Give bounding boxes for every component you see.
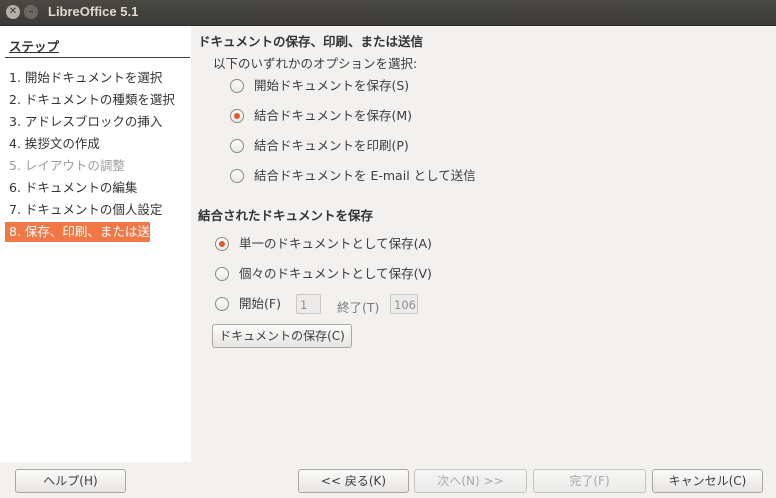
radio-circle[interactable] [230, 169, 244, 183]
radio-label: 結合ドキュメントを印刷(P) [254, 138, 409, 153]
radio-circle[interactable] [230, 139, 244, 153]
to-label: 終了(T) [337, 300, 380, 315]
step-personalize-document[interactable]: 7. ドキュメントの個人設定 [5, 200, 162, 220]
save-documents-button[interactable]: ドキュメントの保存(C) [212, 324, 352, 348]
radio-label: 単一のドキュメントとして保存(A) [239, 236, 432, 251]
to-spinbox: 106 [390, 294, 418, 314]
steps-divider [5, 57, 190, 58]
radio-send-as-email[interactable]: 結合ドキュメントを E-mail として送信 [230, 167, 530, 185]
radio-circle[interactable] [215, 297, 229, 311]
radio-label: 個々のドキュメントとして保存(V) [239, 266, 432, 281]
radio-label: 結合ドキュメントを E-mail として送信 [254, 168, 476, 183]
step-select-starting-document[interactable]: 1. 開始ドキュメントを選択 [5, 68, 162, 88]
step-adjust-layout: 5. レイアウトの調整 [9, 158, 125, 173]
steps-title: ステップ [9, 39, 60, 54]
radio-label: 開始ドキュメントを保存(S) [254, 78, 410, 93]
step-save-print-send[interactable]: 8. 保存、印刷、または送信 [5, 222, 162, 242]
back-button[interactable]: << 戻る(K) [298, 469, 409, 493]
radio-from-range[interactable]: 開始(F) [215, 295, 295, 313]
finish-button: 完了(F) [533, 469, 646, 493]
minimize-window-button[interactable]: – [24, 5, 38, 19]
window-title: LibreOffice 5.1 [48, 4, 139, 19]
step-select-document-type[interactable]: 2. ドキュメントの種類を選択 [5, 90, 175, 110]
page-heading: ドキュメントの保存、印刷、または送信 [198, 34, 424, 49]
radio-circle[interactable] [215, 237, 229, 251]
radio-save-as-single-document[interactable]: 単一のドキュメントとして保存(A) [215, 235, 515, 253]
save-section-heading: 結合されたドキュメントを保存 [198, 208, 374, 223]
radio-save-as-individual-documents[interactable]: 個々のドキュメントとして保存(V) [215, 265, 515, 283]
radio-circle[interactable] [230, 109, 244, 123]
radio-save-starting-document[interactable]: 開始ドキュメントを保存(S) [230, 77, 530, 95]
steps-panel: ステップ 1. 開始ドキュメントを選択 2. ドキュメントの種類を選択 3. ア… [0, 26, 191, 462]
options-prompt: 以下のいずれかのオプションを選択: [213, 56, 418, 71]
step-edit-document[interactable]: 6. ドキュメントの編集 [5, 178, 150, 198]
radio-circle[interactable] [215, 267, 229, 281]
radio-save-merged-document[interactable]: 結合ドキュメントを保存(M) [230, 107, 530, 125]
radio-label: 開始(F) [239, 296, 281, 311]
cancel-button[interactable]: キャンセル(C) [652, 469, 763, 493]
next-button: 次へ(N) >> [414, 469, 527, 493]
from-spinbox: 1 [296, 294, 321, 314]
step-create-salutation[interactable]: 4. 挨拶文の作成 [5, 134, 150, 154]
step-insert-address-block[interactable]: 3. アドレスブロックの挿入 [5, 112, 162, 132]
close-window-button[interactable]: ✕ [6, 5, 20, 19]
radio-print-merged-document[interactable]: 結合ドキュメントを印刷(P) [230, 137, 530, 155]
help-button[interactable]: ヘルプ(H) [15, 469, 126, 493]
radio-label: 結合ドキュメントを保存(M) [254, 108, 413, 123]
title-bar: ✕ – LibreOffice 5.1 [0, 0, 776, 26]
radio-circle[interactable] [230, 79, 244, 93]
